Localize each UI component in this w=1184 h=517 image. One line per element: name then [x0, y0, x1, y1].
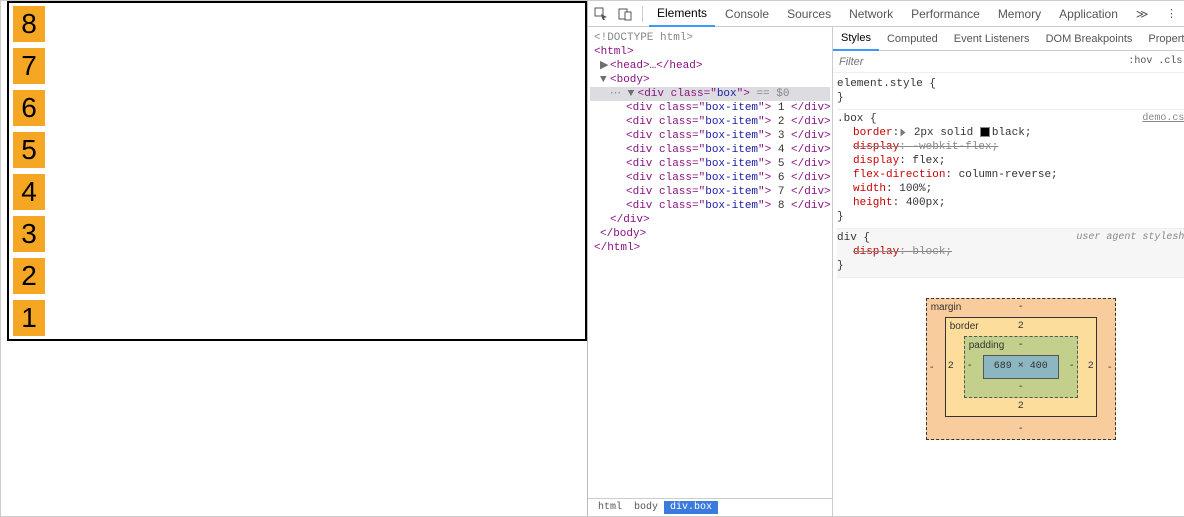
box-item: 2: [13, 258, 45, 294]
dom-node[interactable]: <div class="box-item"> 2 </div>: [590, 115, 830, 129]
ua-stylesheet-label: user agent stylesheet: [1076, 231, 1184, 245]
tab-elements[interactable]: Elements: [649, 1, 715, 27]
tab-memory[interactable]: Memory: [990, 1, 1049, 27]
box-item: 7: [13, 48, 45, 84]
tab-properties[interactable]: Properties: [1140, 27, 1184, 51]
elements-pane: <!DOCTYPE html> <html> ▶<head>…</head> ▼…: [588, 27, 833, 516]
dom-node[interactable]: ▶<head>…</head>: [590, 59, 830, 73]
color-swatch-icon[interactable]: [980, 127, 990, 137]
flex-box-container: 1 2 3 4 5 6 7 8: [7, 1, 587, 341]
tab-event-listeners[interactable]: Event Listeners: [946, 27, 1038, 51]
box-item: 8: [13, 6, 45, 42]
tab-performance[interactable]: Performance: [903, 1, 988, 27]
dom-node-selected[interactable]: ⋯ ▼<div class="box"> == $0: [590, 87, 830, 101]
devtools-panel: Elements Console Sources Network Perform…: [587, 1, 1184, 516]
box-item: 6: [13, 90, 45, 126]
dom-tree[interactable]: <!DOCTYPE html> <html> ▶<head>…</head> ▼…: [588, 27, 832, 498]
breadcrumb: html body div.box: [588, 498, 832, 516]
dom-node[interactable]: <html>: [590, 45, 830, 59]
box-model-margin[interactable]: margin - - - - border 2 2 2 2: [926, 298, 1116, 440]
tab-styles[interactable]: Styles: [833, 27, 879, 51]
dom-node[interactable]: </div>: [590, 213, 830, 227]
dom-node[interactable]: <div class="box-item"> 4 </div>: [590, 143, 830, 157]
styles-filter-input[interactable]: [837, 55, 1122, 69]
styles-tabbar: Styles Computed Event Listeners DOM Brea…: [833, 27, 1184, 51]
box-model-content[interactable]: 689 × 400: [983, 355, 1059, 379]
tab-dom-breakpoints[interactable]: DOM Breakpoints: [1038, 27, 1141, 51]
styles-pane: Styles Computed Event Listeners DOM Brea…: [833, 27, 1184, 516]
crumb-divbox[interactable]: div.box: [664, 501, 718, 514]
hov-toggle[interactable]: :hov: [1128, 56, 1152, 67]
rule-div-ua[interactable]: user agent stylesheet div { display: blo…: [837, 229, 1184, 278]
box-item: 5: [13, 132, 45, 168]
tab-computed[interactable]: Computed: [879, 27, 946, 51]
box-item: 3: [13, 216, 45, 252]
dom-node[interactable]: </body>: [590, 227, 830, 241]
device-toggle-icon[interactable]: [614, 3, 636, 25]
box-item: 4: [13, 174, 45, 210]
screenshot-root: 1 2 3 4 5 6 7 8 Elements Console Sources…: [0, 0, 1184, 517]
inspect-element-icon[interactable]: [590, 3, 612, 25]
cls-toggle[interactable]: .cls: [1158, 56, 1182, 67]
dom-node[interactable]: <div class="box-item"> 3 </div>: [590, 129, 830, 143]
devtools-body: <!DOCTYPE html> <html> ▶<head>…</head> ▼…: [588, 27, 1184, 516]
kebab-menu-icon[interactable]: ⋮: [1160, 3, 1182, 25]
dom-node[interactable]: <div class="box-item"> 5 </div>: [590, 157, 830, 171]
dom-node[interactable]: <!DOCTYPE html>: [590, 31, 830, 45]
tab-more[interactable]: ≫: [1128, 1, 1157, 27]
crumb-body[interactable]: body: [628, 501, 664, 514]
dom-node[interactable]: </html>: [590, 241, 830, 255]
crumb-html[interactable]: html: [592, 501, 628, 514]
tab-sources[interactable]: Sources: [779, 1, 839, 27]
rule-box[interactable]: demo.css:3 .box { border: 2px solid blac…: [837, 110, 1184, 229]
devtools-tabbar: Elements Console Sources Network Perform…: [588, 1, 1184, 27]
dom-node[interactable]: <div class="box-item"> 1 </div>: [590, 101, 830, 115]
box-model-diagram: margin - - - - border 2 2 2 2: [837, 278, 1184, 440]
source-link[interactable]: demo.css:3: [1142, 112, 1184, 126]
dom-node[interactable]: <div class="box-item"> 7 </div>: [590, 185, 830, 199]
dom-node[interactable]: ▼<body>: [590, 73, 830, 87]
styles-filter-row: :hov .cls +: [833, 51, 1184, 73]
box-item: 1: [13, 300, 45, 336]
tab-network[interactable]: Network: [841, 1, 901, 27]
dom-node[interactable]: <div class="box-item"> 6 </div>: [590, 171, 830, 185]
rule-element-style[interactable]: element.style { }: [837, 75, 1184, 110]
style-rules: element.style { } demo.css:3 .box { bord…: [833, 73, 1184, 516]
tab-application[interactable]: Application: [1051, 1, 1126, 27]
box-model-border[interactable]: border 2 2 2 2 padding - - -: [945, 317, 1097, 417]
dom-node[interactable]: <div class="box-item"> 8 </div>: [590, 199, 830, 213]
divider: [642, 6, 643, 22]
tab-console[interactable]: Console: [717, 1, 777, 27]
rendered-page-viewport: 1 2 3 4 5 6 7 8: [1, 1, 587, 516]
box-model-padding[interactable]: padding - - - - 689 × 400: [964, 336, 1078, 398]
